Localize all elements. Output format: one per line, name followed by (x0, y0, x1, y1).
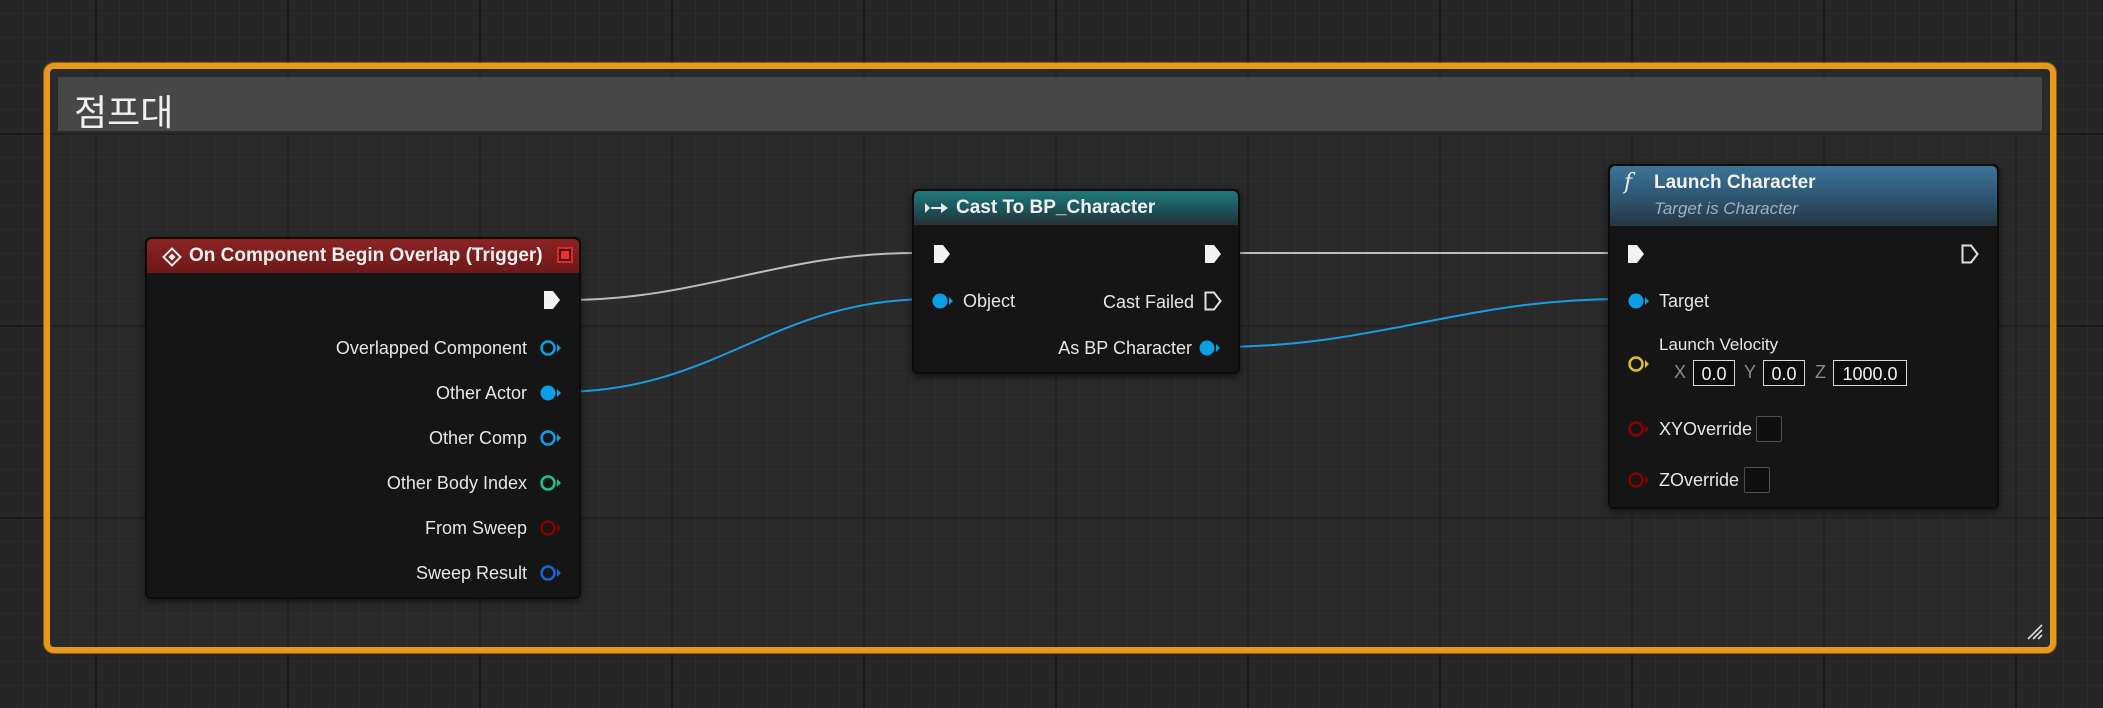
cast-node-header[interactable]: Cast To BP_Character (914, 191, 1238, 225)
cast-exec-in-pin[interactable] (933, 244, 951, 264)
event-node-title: On Component Begin Overlap (Trigger) (189, 245, 543, 266)
cast-failed-pin[interactable] (1204, 291, 1222, 311)
cast-exec-out-pin[interactable] (1204, 244, 1222, 264)
cast-arrows-icon (925, 203, 948, 213)
as-bp-character-pin[interactable] (1198, 339, 1222, 357)
velocity-x-axis-label: X (1674, 362, 1687, 382)
comment-title[interactable]: 점프대 (74, 84, 173, 136)
other-body-index-label: Other Body Index (386, 473, 527, 493)
event-diamond-icon (162, 247, 182, 267)
as-bp-character-label: As BP Character (1058, 338, 1192, 358)
sweep-result-pin[interactable] (539, 564, 563, 582)
launch-node-title: Launch Character (1654, 172, 1816, 193)
z-override-checkbox[interactable] (1744, 467, 1770, 493)
launch-node-subtitle: Target is Character (1654, 199, 1798, 218)
delegate-pin-icon[interactable] (557, 247, 573, 263)
cast-node[interactable]: Cast To BP_Character Object Cast Failed … (912, 189, 1240, 374)
xy-override-checkbox[interactable] (1756, 416, 1782, 442)
comment-header[interactable]: 점프대 (58, 77, 2042, 134)
xy-override-label: XYOverride (1659, 419, 1753, 439)
launch-velocity-label: Launch Velocity (1659, 335, 1779, 354)
velocity-y-axis-label: Y (1744, 362, 1757, 382)
cast-failed-label: Cast Failed (1102, 292, 1194, 312)
z-override-pin[interactable] (1627, 471, 1651, 489)
target-label: Target (1659, 291, 1710, 311)
from-sweep-pin[interactable] (539, 519, 563, 537)
velocity-z-axis-label: Z (1815, 362, 1826, 382)
target-pin[interactable] (1627, 292, 1651, 310)
overlapped-component-label: Overlapped Component (335, 338, 527, 358)
other-comp-label: Other Comp (428, 428, 527, 448)
launch-exec-in-pin[interactable] (1627, 244, 1645, 264)
velocity-z-input[interactable]: 1000.0 (1833, 360, 1907, 386)
velocity-y-input[interactable]: 0.0 (1763, 360, 1805, 386)
other-comp-pin[interactable] (539, 429, 563, 447)
function-f-icon: f (1624, 170, 1633, 195)
event-node[interactable]: On Component Begin Overlap (Trigger) Ove… (145, 237, 581, 599)
launch-character-node[interactable]: f Launch Character Target is Character T… (1608, 164, 1999, 509)
from-sweep-label: From Sweep (424, 518, 527, 538)
exec-out-pin[interactable] (543, 290, 561, 310)
cast-node-title: Cast To BP_Character (956, 197, 1156, 218)
cast-object-label: Object (963, 291, 1016, 311)
xy-override-pin[interactable] (1627, 420, 1651, 438)
resize-handle-icon[interactable] (2026, 623, 2044, 641)
launch-exec-out-pin[interactable] (1961, 244, 1979, 264)
cast-object-in-pin[interactable] (931, 292, 955, 310)
other-actor-label: Other Actor (435, 383, 527, 403)
other-body-index-pin[interactable] (539, 474, 563, 492)
overlapped-component-pin[interactable] (539, 339, 563, 357)
other-actor-pin[interactable] (539, 384, 563, 402)
z-override-label: ZOverride (1659, 470, 1740, 490)
launch-velocity-pin[interactable] (1627, 355, 1651, 373)
launch-node-header[interactable]: f Launch Character Target is Character (1610, 166, 1997, 226)
event-node-header[interactable]: On Component Begin Overlap (Trigger) (147, 239, 579, 273)
sweep-result-label: Sweep Result (415, 563, 527, 583)
velocity-x-input[interactable]: 0.0 (1693, 360, 1735, 386)
